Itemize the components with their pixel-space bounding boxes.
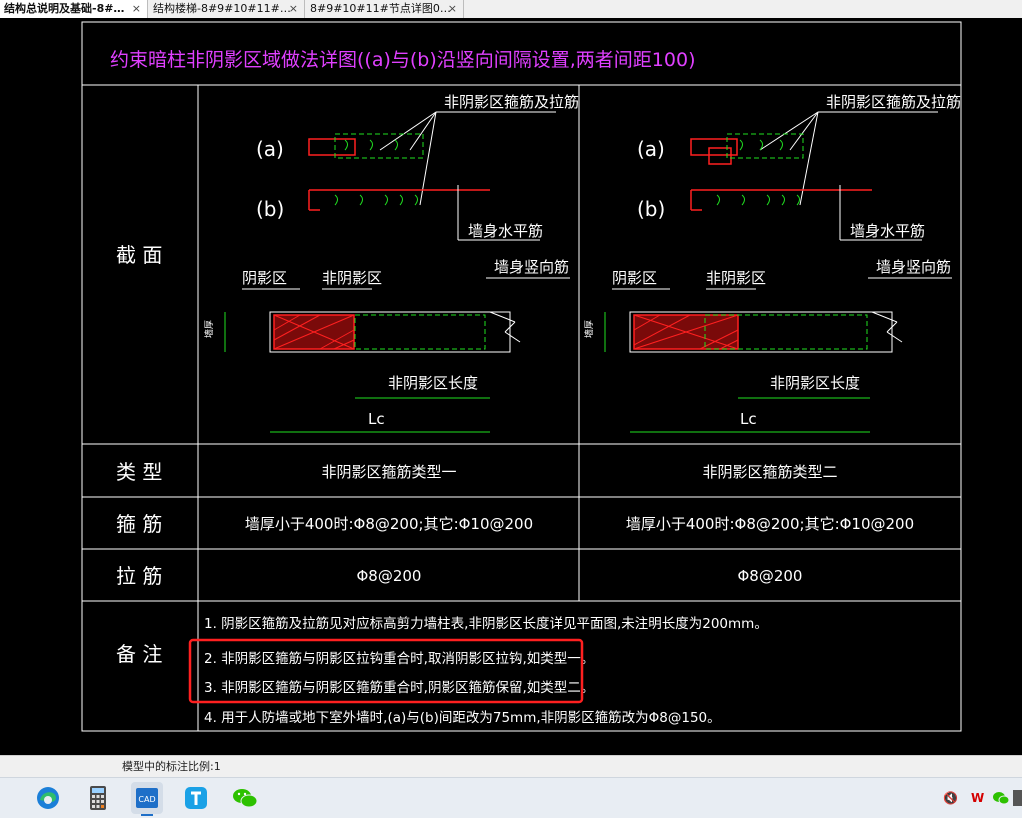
label-non-shadow-length: 非阴影区长度	[388, 374, 478, 392]
cad-viewer-icon[interactable]: CAD	[131, 782, 163, 816]
section-detail-type1: (a) (b) 非阴影区箍筋及拉筋 墙身水平筋 阴影区 非阴影区 墙身竖向筋 墙…	[203, 93, 579, 433]
calculator-icon[interactable]	[82, 782, 114, 814]
tab-structure-stairs[interactable]: 结构楼梯-8#9#10#11#… ×	[149, 0, 305, 18]
label-non-shadow-length: 非阴影区长度	[770, 374, 860, 392]
system-tray-overflow-icon[interactable]	[1013, 790, 1022, 806]
label-lc: Lc	[740, 410, 757, 428]
note-4: 4. 用于人防墙或地下室外墙时,(a)与(b)间距改为75mm,非阴影区箍筋改为…	[204, 709, 721, 726]
label-wall-vertical: 墙身竖向筋	[494, 258, 569, 276]
stirrup-1-text: 墙厚小于400时:Φ8@200;其它:Φ10@200	[245, 515, 533, 533]
label-a: (a)	[637, 137, 665, 161]
tab-structure-general[interactable]: 结构总说明及基础-8#… ×	[0, 0, 148, 18]
row-label-section: 截 面	[116, 243, 162, 267]
label-lc: Lc	[368, 410, 385, 428]
label-non-shadow: 非阴影区	[322, 269, 382, 287]
volume-mute-icon[interactable]: 🔇	[943, 778, 958, 818]
wechat-icon[interactable]	[229, 782, 261, 814]
note-2: 2. 非阴影区箍筋与阴影区拉钩重合时,取消阴影区拉钩,如类型一。	[204, 650, 594, 667]
edge-icon[interactable]	[32, 782, 64, 814]
label-wall-thickness: 墙厚	[203, 320, 215, 338]
row-label-notes: 备 注	[116, 642, 162, 666]
label-stirrup-tie: 非阴影区箍筋及拉筋	[826, 93, 961, 111]
note-1: 1. 阴影区箍筋及拉筋见对应标高剪力墙柱表,非阴影区长度详见平面图,未注明长度为…	[204, 615, 768, 632]
note-3: 3. 非阴影区箍筋与阴影区箍筋重合时,阴影区箍筋保留,如类型二。	[204, 679, 594, 696]
status-bar: 模型中的标注比例:1	[0, 755, 1022, 778]
label-wall-horizontal: 墙身水平筋	[850, 222, 925, 240]
wechat-tray-icon[interactable]	[992, 790, 1010, 810]
drawing-title: 约束暗柱非阴影区域做法详图((a)与(b)沿竖向间隔设置,两者间距100)	[110, 49, 696, 71]
drawing-canvas[interactable]: 约束暗柱非阴影区域做法详图((a)与(b)沿竖向间隔设置,两者间距100) 截 …	[0, 18, 1022, 753]
label-stirrup-tie: 非阴影区箍筋及拉筋	[444, 93, 579, 111]
label-non-shadow: 非阴影区	[706, 269, 766, 287]
stirrup-2-text: 墙厚小于400时:Φ8@200;其它:Φ10@200	[626, 515, 914, 533]
tab-node-details[interactable]: 8#9#10#11#节点详图0… ×	[306, 0, 464, 18]
close-icon[interactable]: ×	[448, 0, 457, 18]
label-a: (a)	[256, 137, 284, 161]
label-shadow: 阴影区	[612, 269, 657, 287]
label-wall-vertical: 墙身竖向筋	[876, 258, 951, 276]
row-label-tie: 拉 筋	[116, 564, 162, 588]
row-label-type: 类 型	[116, 460, 162, 484]
tie-2-text: Φ8@200	[738, 567, 803, 585]
label-b: (b)	[637, 197, 665, 221]
type-1-text: 非阴影区箍筋类型一	[321, 463, 456, 481]
label-wall-horizontal: 墙身水平筋	[468, 222, 543, 240]
tab-label: 8#9#10#11#节点详图0…	[310, 2, 451, 15]
document-tab-bar: 结构总说明及基础-8#… × 结构楼梯-8#9#10#11#… × 8#9#10…	[0, 0, 1022, 19]
annotation-scale-text: 模型中的标注比例:1	[122, 760, 221, 773]
wps-icon[interactable]: W	[971, 778, 984, 818]
row-label-stirrup: 箍 筋	[116, 512, 162, 536]
close-icon[interactable]: ×	[132, 0, 141, 18]
cad-drawing: 约束暗柱非阴影区域做法详图((a)与(b)沿竖向间隔设置,两者间距100) 截 …	[81, 21, 962, 732]
type-2-text: 非阴影区箍筋类型二	[702, 463, 837, 481]
tie-1-text: Φ8@200	[357, 567, 422, 585]
label-wall-thickness: 墙厚	[583, 320, 595, 338]
cad-icon-label: CAD	[138, 795, 155, 804]
windows-taskbar: CAD 🔇 W	[0, 777, 1022, 818]
section-detail-type2: (a) (b) 非阴影区箍筋及拉筋 墙身水平筋 阴影区 非阴影区 墙身竖向筋 墙…	[583, 93, 961, 433]
close-icon[interactable]: ×	[289, 0, 298, 18]
text-app-icon[interactable]	[180, 782, 212, 814]
tab-label: 结构总说明及基础-8#…	[4, 2, 125, 15]
tab-label: 结构楼梯-8#9#10#11#…	[153, 2, 291, 15]
label-shadow: 阴影区	[242, 269, 287, 287]
label-b: (b)	[256, 197, 284, 221]
